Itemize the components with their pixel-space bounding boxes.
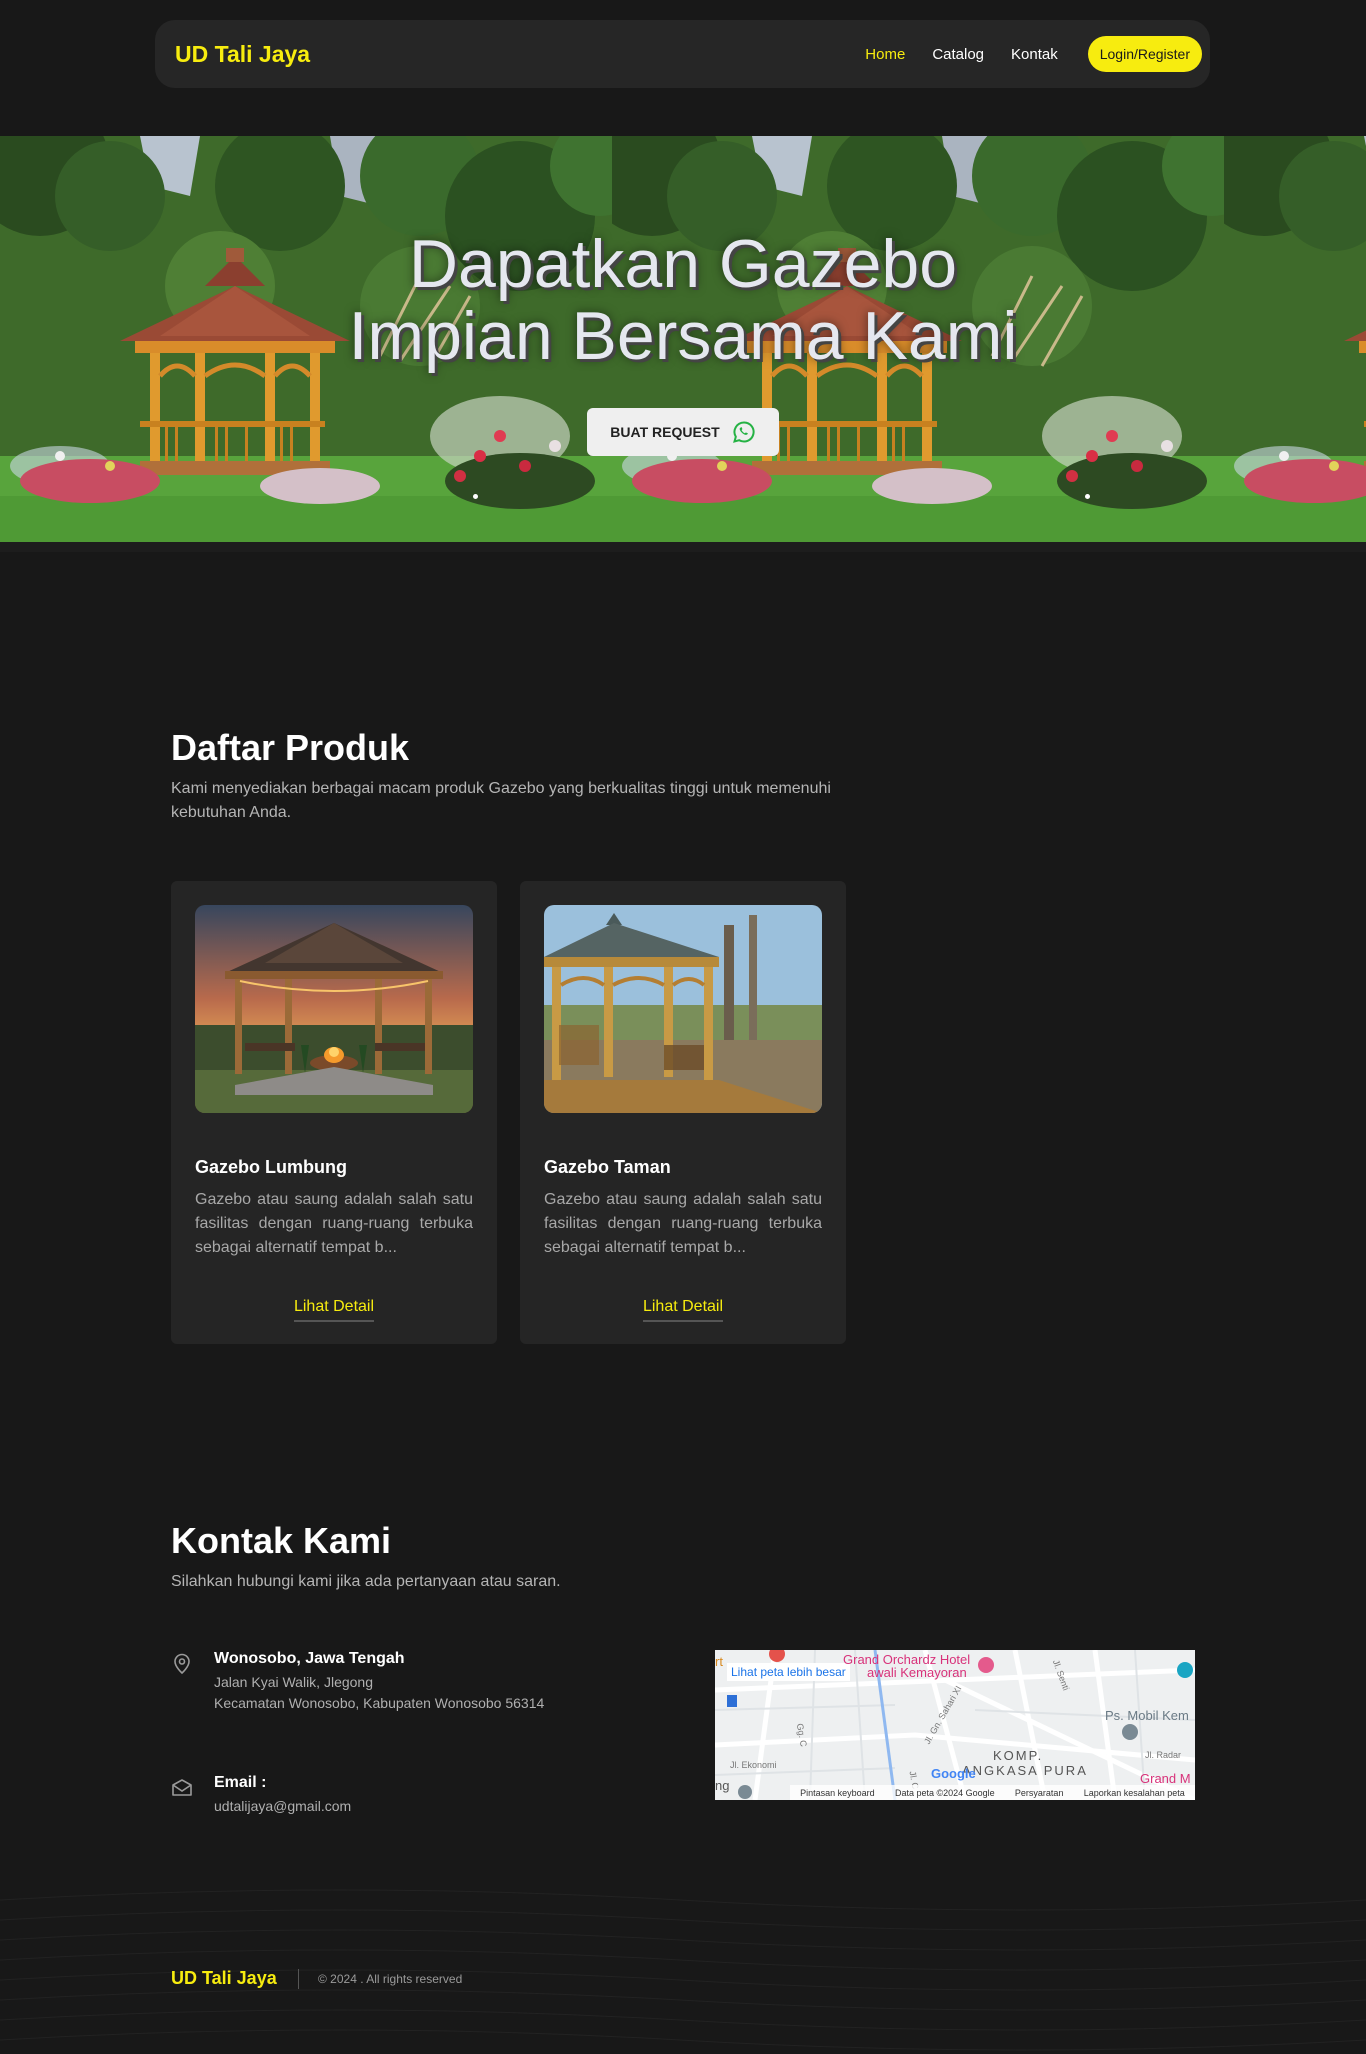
hero-title-line-1: Dapatkan Gazebo — [408, 226, 958, 302]
products-subtitle: Kami menyediakan berbagai macam produk G… — [171, 780, 831, 821]
address-line-1: Jalan Kyai Walik, Jlegong — [214, 1674, 374, 1690]
product-card: Gazebo Lumbung Gazebo atau saung adalah … — [171, 881, 497, 1344]
product-detail-link[interactable]: Lihat Detail — [293, 1298, 375, 1322]
product-name: Gazebo Taman — [544, 1157, 671, 1177]
product-description: Gazebo atau saung adalah salah satu fasi… — [195, 1191, 473, 1256]
map-label: Jl. Radar — [1145, 1750, 1182, 1760]
map-view-larger-link[interactable]: Lihat peta lebih besar — [727, 1663, 850, 1681]
whatsapp-icon — [732, 421, 755, 443]
location-pin-icon — [174, 1653, 190, 1675]
contact-title: Kontak Kami — [171, 1520, 392, 1561]
product-image[interactable] — [195, 905, 473, 1113]
product-card: Gazebo Taman Gazebo atau saung adalah sa… — [520, 881, 846, 1344]
navbar: UD Tali Jaya Home Catalog Kontak Login/R… — [155, 20, 1210, 88]
brand-logo[interactable]: UD Tali Jaya — [175, 41, 310, 68]
email-title: Email : — [214, 1774, 267, 1791]
carousel-dot[interactable] — [473, 494, 478, 499]
map-footer-item[interactable]: Pintasan keyboard — [800, 1788, 875, 1798]
nav-link-home[interactable]: Home — [865, 46, 905, 63]
map-footer-item[interactable]: Persyaratan — [1015, 1788, 1064, 1798]
product-name: Gazebo Lumbung — [195, 1157, 347, 1177]
products-title: Daftar Produk — [171, 727, 410, 768]
nav-link-catalog[interactable]: Catalog — [932, 46, 984, 63]
carousel-dot[interactable] — [1085, 494, 1090, 499]
product-detail-link[interactable]: Lihat Detail — [642, 1298, 724, 1322]
product-description: Gazebo atau saung adalah salah satu fasi… — [544, 1191, 822, 1256]
contact-subtitle: Silahkan hubungi kami jika ada pertanyaa… — [171, 1573, 561, 1590]
address-title: Wonosobo, Jawa Tengah — [214, 1650, 405, 1667]
product-image[interactable] — [544, 905, 822, 1113]
footer: UD Tali Jaya © 2024 . All rights reserve… — [0, 1880, 1366, 2054]
map-label: rt — [715, 1654, 723, 1669]
request-button[interactable]: BUAT REQUEST — [587, 408, 779, 456]
map-embed[interactable]: Lihat peta lebih besar Grand Orchardz Ho… — [715, 1650, 1195, 1800]
map-footer-item: Data peta ©2024 Google — [894, 1787, 995, 1798]
map-footer-item[interactable]: Laporkan kesalahan peta — [1084, 1788, 1185, 1798]
footer-wave-pattern — [0, 1889, 1366, 2051]
address-line-2: Kecamatan Wonosobo, Kabupaten Wonosobo 5… — [214, 1695, 545, 1711]
email-text: Email : udtalijaya@gmail.com — [214, 1774, 351, 1817]
login-register-button[interactable]: Login/Register — [1087, 36, 1202, 72]
map-label: awali Kemayoran — [867, 1665, 967, 1680]
hero-title: Dapatkan Gazebo Impian Bersama Kami — [0, 228, 1366, 372]
map-label: Ps. Mobil Kem — [1105, 1708, 1189, 1723]
map-footer: Pintasan keyboard Data peta ©2024 Google… — [790, 1785, 1195, 1800]
google-logo: Google — [931, 1766, 976, 1781]
map-label: ng — [715, 1778, 730, 1793]
map-label: Jl. Ekonomi — [730, 1760, 777, 1770]
email-value[interactable]: udtalijaya@gmail.com — [214, 1796, 351, 1817]
request-button-label: BUAT REQUEST — [610, 424, 720, 440]
contact-address: Wonosobo, Jawa Tengah Jalan Kyai Walik, … — [170, 1650, 544, 1714]
footer-divider — [298, 1969, 299, 1989]
envelope-icon — [172, 1779, 192, 1796]
nav-links: Home Catalog Kontak Login/Register — [865, 36, 1202, 72]
footer-copyright: © 2024 . All rights reserved — [318, 1972, 463, 1986]
hero-carousel[interactable]: Dapatkan Gazebo Impian Bersama Kami BUAT… — [0, 136, 1366, 552]
map-label: Grand M — [1140, 1771, 1191, 1786]
address-text: Wonosobo, Jawa Tengah Jalan Kyai Walik, … — [214, 1650, 544, 1714]
map-label: KOMP. — [993, 1748, 1044, 1763]
footer-brand[interactable]: UD Tali Jaya — [171, 1968, 277, 1989]
contact-email: Email : udtalijaya@gmail.com — [170, 1774, 351, 1817]
map-label: ANGKASA PURA — [962, 1763, 1088, 1778]
hero-title-line-2: Impian Bersama Kami — [348, 298, 1018, 374]
nav-link-kontak[interactable]: Kontak — [1011, 46, 1058, 63]
